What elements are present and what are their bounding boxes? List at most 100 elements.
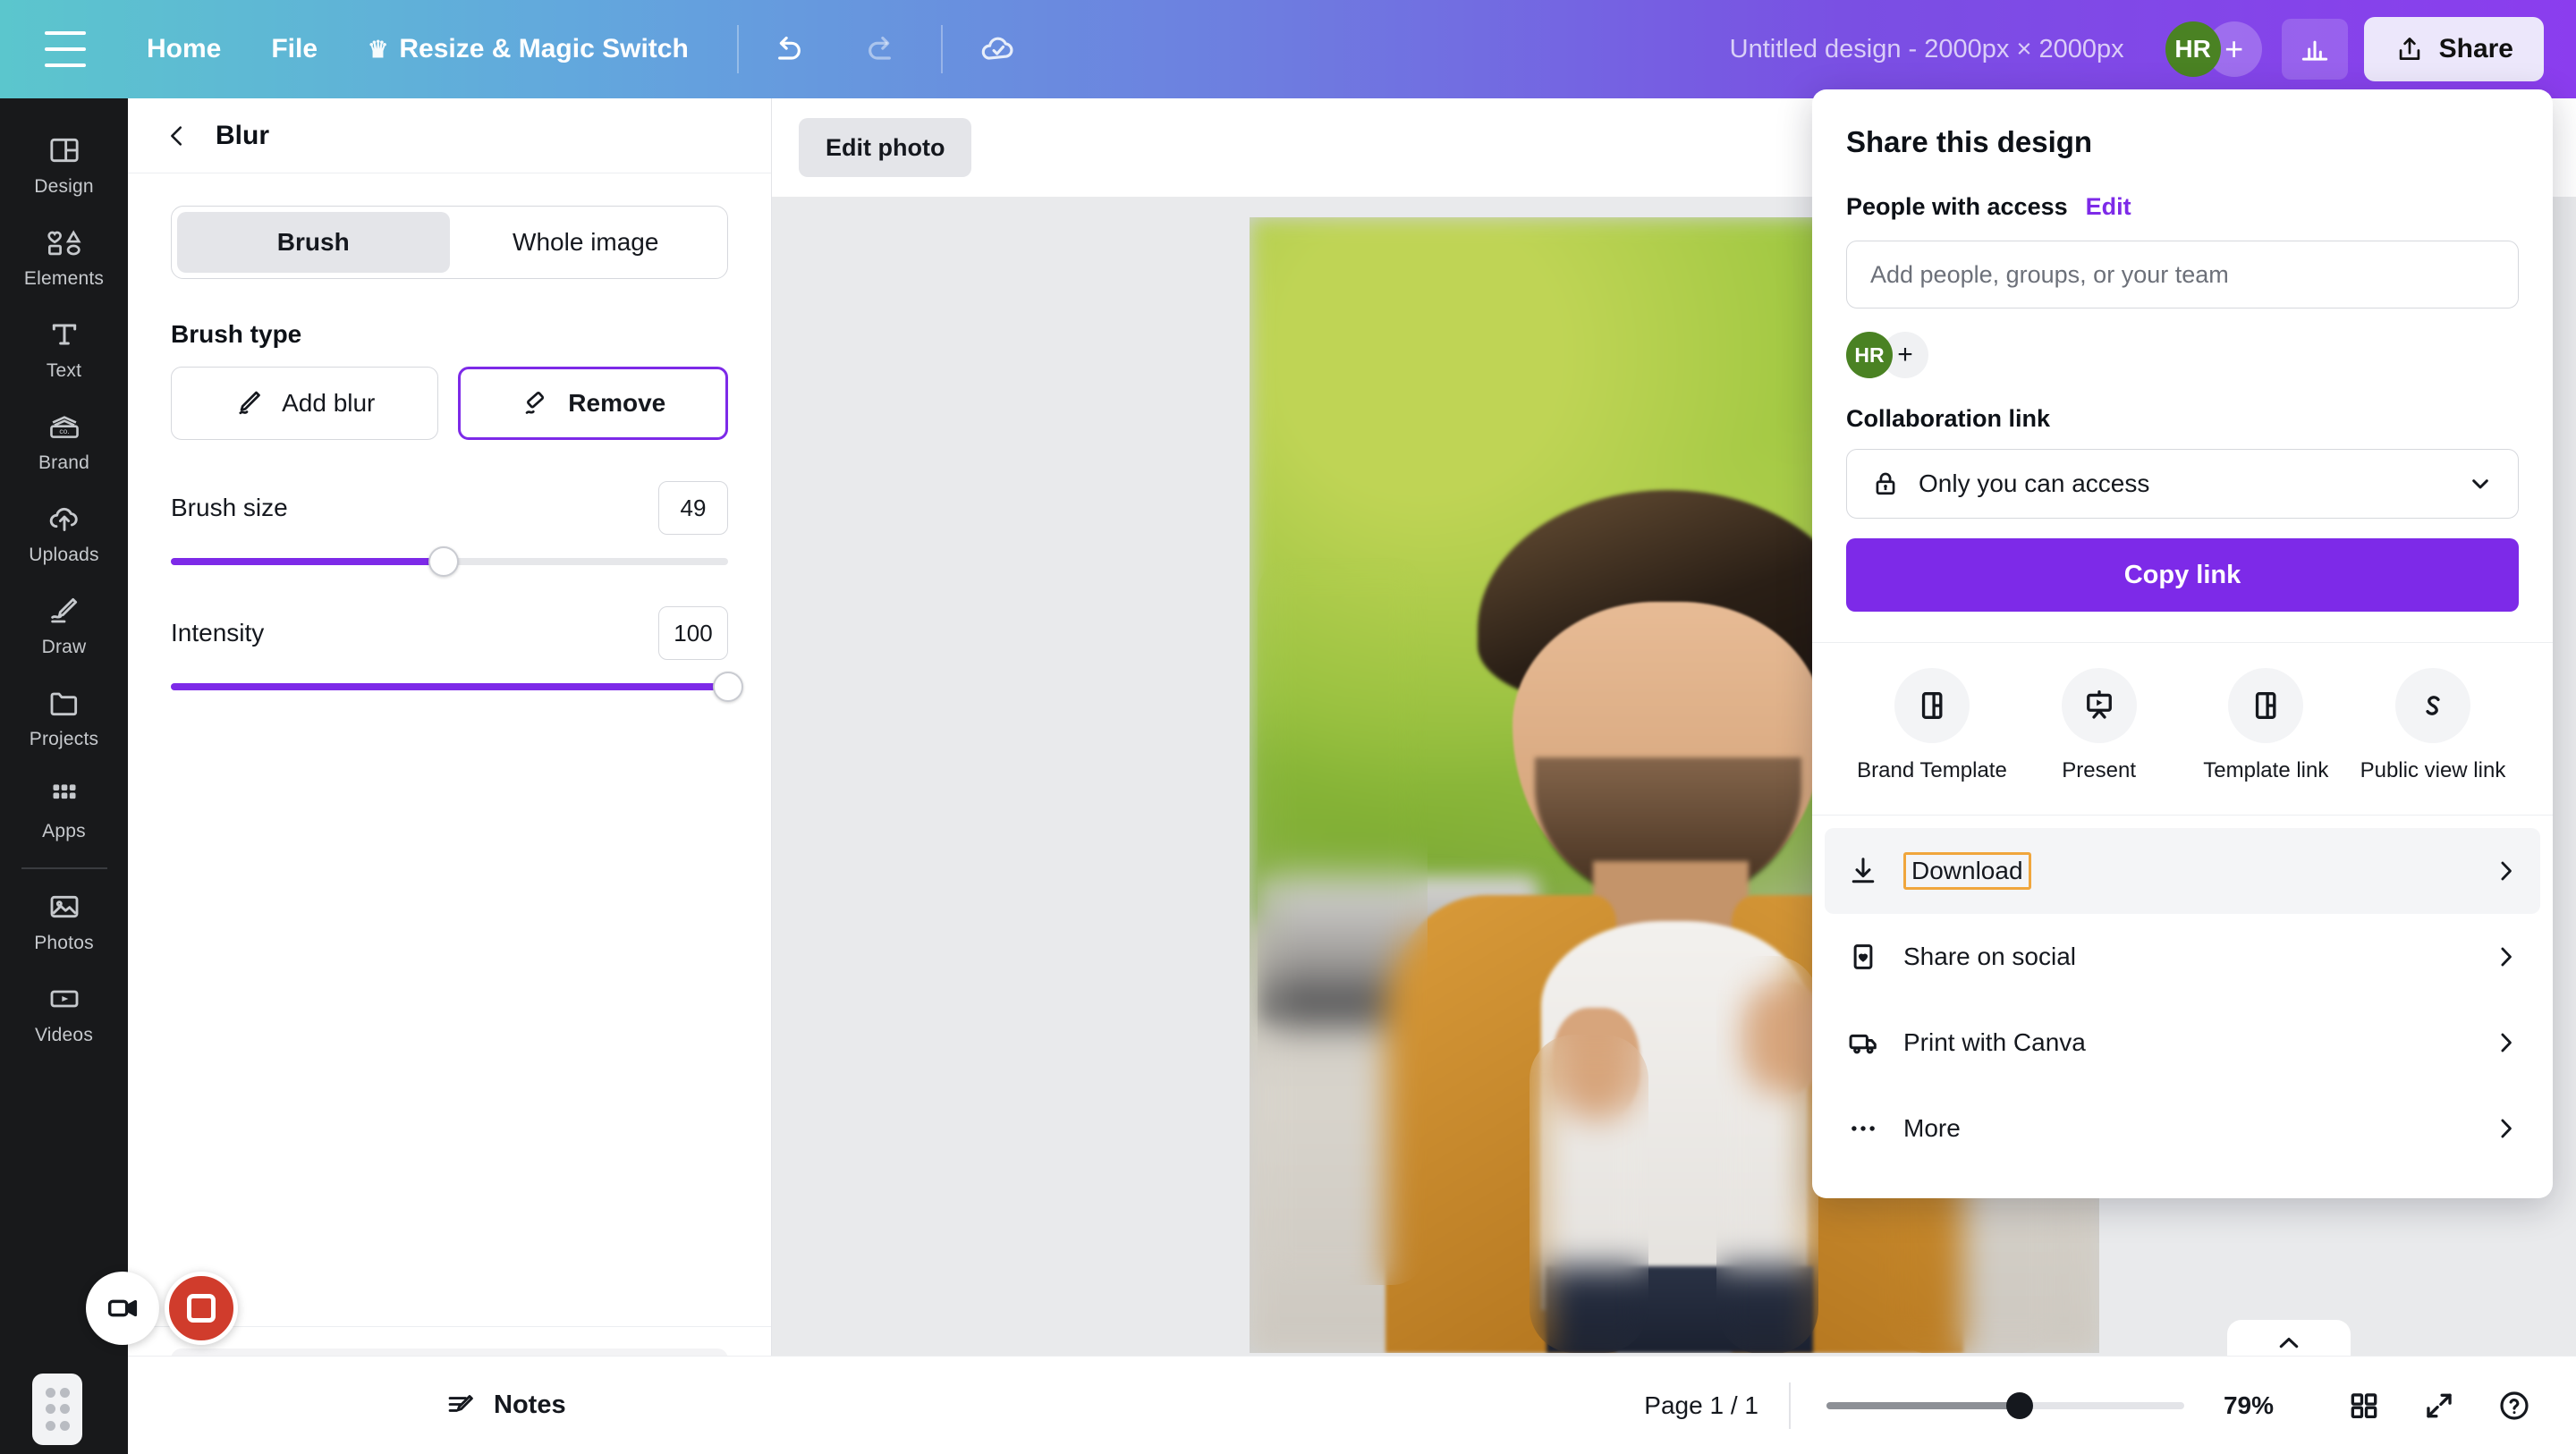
quick-action-template-link[interactable]: Template link xyxy=(2185,668,2346,784)
zoom-slider[interactable] xyxy=(1826,1391,2184,1419)
edit-photo-button[interactable]: Edit photo xyxy=(799,118,972,177)
divider xyxy=(940,25,943,73)
chevron-right-icon xyxy=(2501,1033,2512,1052)
invite-people-input[interactable]: Add people, groups, or your team xyxy=(1846,241,2519,309)
access-level-select[interactable]: Only you can access xyxy=(1846,449,2519,519)
tab-whole-image[interactable]: Whole image xyxy=(450,212,723,273)
stop-recording-icon[interactable] xyxy=(165,1272,238,1345)
sidebar-item-text[interactable]: Text xyxy=(0,302,128,394)
intensity-slider-handle[interactable] xyxy=(713,672,743,702)
nav-home[interactable]: Home xyxy=(122,23,246,75)
intensity-slider[interactable] xyxy=(171,672,743,702)
intensity-input[interactable]: 100 xyxy=(658,606,728,660)
brush-size-slider-handle[interactable] xyxy=(428,546,460,577)
quick-action-public-view-link[interactable]: Public view link xyxy=(2352,668,2513,784)
sidebar-item-videos-label: Videos xyxy=(34,1025,94,1045)
eraser-icon xyxy=(526,392,545,414)
brush-type-buttons: Add blur Remove xyxy=(171,367,728,440)
sidebar-item-draw[interactable]: Draw xyxy=(0,579,128,671)
panel-title: Blur xyxy=(216,120,269,150)
bottom-bar: Notes Page 1 / 1 79% xyxy=(128,1356,2576,1454)
menu-item-more[interactable]: More xyxy=(1825,1086,2540,1171)
drag-dots-icon[interactable] xyxy=(32,1374,82,1445)
fullscreen-icon[interactable] xyxy=(2411,1378,2467,1433)
truck-icon xyxy=(1849,1034,1877,1054)
sidebar-item-design[interactable]: Design xyxy=(0,118,128,210)
brush-size-slider[interactable] xyxy=(171,546,728,577)
sidebar-item-projects-label: Projects xyxy=(29,729,99,749)
notes-icon xyxy=(448,1394,473,1412)
copy-link-button[interactable]: Copy link xyxy=(1846,538,2519,612)
grid-view-icon[interactable] xyxy=(2336,1378,2392,1433)
share-button-label: Share xyxy=(2438,34,2513,63)
collaboration-link-label: Collaboration link xyxy=(1846,405,2051,432)
insights-icon[interactable] xyxy=(2281,19,2348,80)
avatar[interactable]: HR xyxy=(1846,332,1893,378)
menu-item-share-on-social[interactable]: Share on social xyxy=(1825,914,2540,1000)
page-indicator[interactable]: Page 1 / 1 xyxy=(1644,1391,1758,1420)
blur-stroke xyxy=(1258,558,1428,1285)
sidebar-item-text-label: Text xyxy=(46,360,82,381)
chevron-down-icon xyxy=(2472,479,2488,489)
remove-blur-brush-button[interactable]: Remove xyxy=(457,367,728,440)
menu-item-share-on-social-label: Share on social xyxy=(1903,943,2077,970)
cloud-saved-icon[interactable] xyxy=(970,21,1027,78)
notes-button[interactable]: Notes xyxy=(445,1390,566,1422)
help-icon[interactable] xyxy=(2487,1378,2542,1433)
tab-brush[interactable]: Brush xyxy=(177,212,450,273)
share-upload-icon xyxy=(2399,38,2419,60)
divider xyxy=(1788,1382,1791,1429)
sidebar-item-videos[interactable]: Videos xyxy=(0,967,128,1059)
projects-icon xyxy=(50,692,77,716)
template-link-icon xyxy=(2228,668,2304,743)
video-camera-icon[interactable] xyxy=(86,1272,159,1345)
add-blur-button[interactable]: Add blur xyxy=(171,367,438,440)
more-dots-icon xyxy=(1852,1126,1875,1131)
uploads-icon xyxy=(49,507,78,531)
brush-size-input[interactable]: 49 xyxy=(658,481,728,535)
sidebar-item-brand[interactable]: co. Brand xyxy=(0,394,128,486)
chevron-left-icon[interactable] xyxy=(164,123,191,149)
notes-label: Notes xyxy=(494,1391,566,1419)
nav-home-label: Home xyxy=(147,34,222,63)
undo-icon[interactable] xyxy=(758,21,816,78)
zoom-slider-fill xyxy=(1826,1401,2020,1409)
nav-resize-magic-switch[interactable]: ♛ Resize & Magic Switch xyxy=(343,23,714,75)
design-icon xyxy=(49,138,79,163)
quick-action-brand-template-label: Brand Template xyxy=(1857,758,2007,782)
hamburger-icon[interactable] xyxy=(45,31,86,67)
top-nav: Home File ♛ Resize & Magic Switch xyxy=(122,23,714,75)
zoom-value[interactable]: 79% xyxy=(2224,1391,2274,1420)
quick-action-present[interactable]: Present xyxy=(2019,668,2180,784)
videos-icon xyxy=(50,990,78,1008)
photos-icon xyxy=(50,895,78,918)
svg-text:co.: co. xyxy=(59,427,69,435)
menu-item-download-label: Download xyxy=(1903,852,2031,890)
avatar-group: HR + xyxy=(2165,21,2262,77)
avatar[interactable]: HR xyxy=(2165,21,2221,77)
share-panel-title: Share this design xyxy=(1846,125,2093,158)
menu-item-print-with-canva[interactable]: Print with Canva xyxy=(1825,1000,2540,1086)
quick-action-brand-template[interactable]: Brand Template xyxy=(1852,668,2012,784)
brush-size-row: Brush size 49 xyxy=(171,481,728,535)
share-button[interactable]: Share xyxy=(2363,17,2544,81)
collapse-panel-button[interactable] xyxy=(2227,1320,2351,1356)
edit-access-link[interactable]: Edit xyxy=(2086,193,2131,221)
blur-panel: Blur Brush Whole image Brush type Add bl… xyxy=(128,98,772,1454)
sidebar-item-elements[interactable]: Elements xyxy=(0,210,128,302)
sidebar-item-apps[interactable]: Apps xyxy=(0,763,128,855)
nav-file[interactable]: File xyxy=(246,23,343,75)
zoom-slider-handle[interactable] xyxy=(2005,1391,2033,1419)
sidebar-item-apps-label: Apps xyxy=(42,821,86,841)
top-bar: Home File ♛ Resize & Magic Switch Untitl… xyxy=(0,0,2576,98)
document-title[interactable]: Untitled design - 2000px × 2000px xyxy=(1730,35,2124,64)
access-level-value: Only you can access xyxy=(1919,469,2150,497)
sidebar-item-projects[interactable]: Projects xyxy=(0,671,128,763)
sidebar-item-photos[interactable]: Photos xyxy=(0,875,128,967)
sidebar-item-elements-label: Elements xyxy=(23,268,105,289)
menu-item-print-with-canva-label: Print with Canva xyxy=(1903,1028,2086,1056)
redo-icon[interactable] xyxy=(853,21,911,78)
menu-item-download[interactable]: Download xyxy=(1825,828,2540,914)
sidebar-item-uploads[interactable]: Uploads xyxy=(0,486,128,579)
present-icon xyxy=(2061,668,2137,743)
